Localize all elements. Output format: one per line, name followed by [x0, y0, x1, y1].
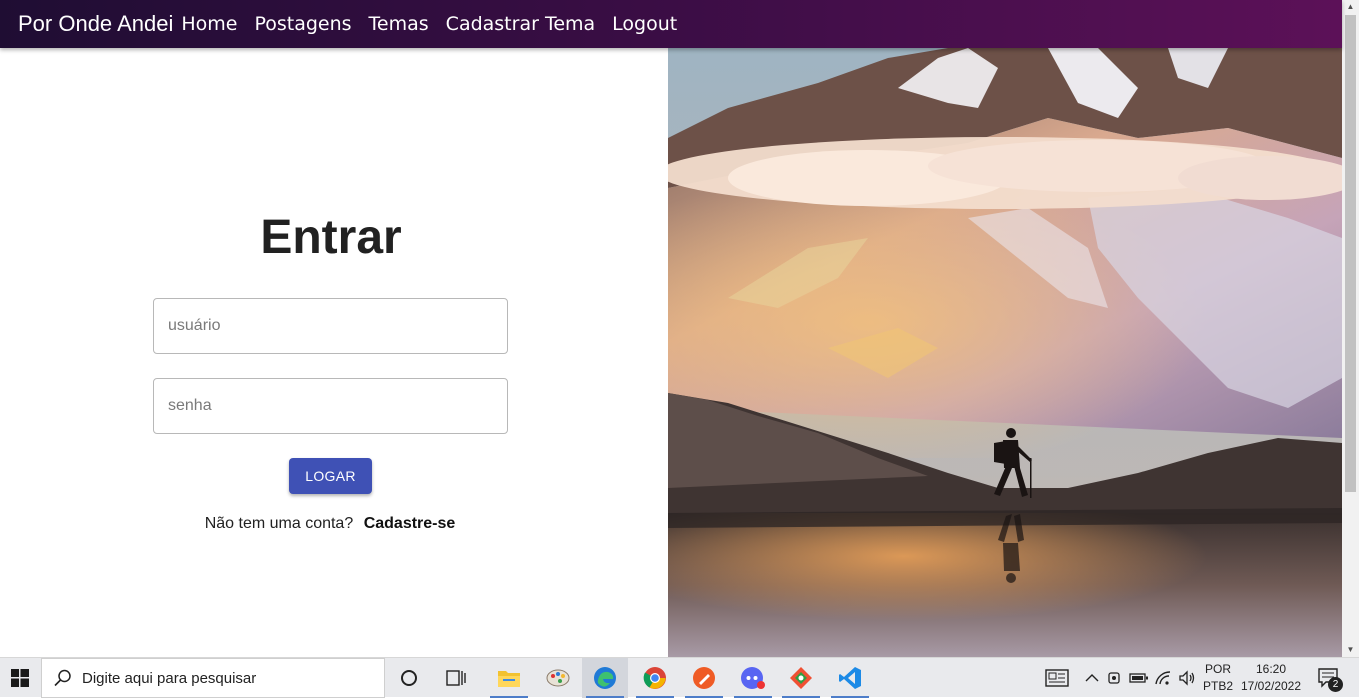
login-panel: Entrar LOGAR Não tem uma conta? Cadastre…	[0, 48, 668, 657]
cortana-icon[interactable]	[386, 658, 432, 698]
scroll-thumb[interactable]	[1345, 15, 1356, 492]
hero-image	[668, 48, 1342, 657]
vscode-icon[interactable]	[827, 658, 873, 698]
discord-icon[interactable]	[730, 658, 776, 698]
taskbar-clock[interactable]: 16:20 17/02/2022	[1238, 661, 1304, 695]
nav-temas[interactable]: Temas	[369, 13, 429, 35]
news-widget-icon[interactable]	[1040, 658, 1074, 698]
volume-icon[interactable]	[1176, 658, 1198, 698]
battery-icon[interactable]	[1128, 658, 1150, 698]
input-language-indicator[interactable]: POR PTB2	[1198, 661, 1238, 695]
signup-link[interactable]: Cadastre-se	[364, 515, 456, 532]
windows-start-button[interactable]	[0, 658, 40, 698]
wifi-icon[interactable]	[1152, 658, 1174, 698]
search-icon	[54, 669, 71, 687]
meet-now-icon[interactable]	[1104, 658, 1126, 698]
nav-home[interactable]: Home	[181, 13, 237, 35]
postman-icon[interactable]	[681, 658, 727, 698]
login-button[interactable]: LOGAR	[289, 458, 372, 494]
file-explorer-icon[interactable]	[486, 658, 532, 698]
scroll-down-arrow-icon[interactable]: ▼	[1342, 643, 1359, 657]
git-icon[interactable]	[778, 658, 824, 698]
nav-postagens[interactable]: Postagens	[254, 13, 351, 35]
page-scrollbar[interactable]: ▲ ▼	[1342, 0, 1359, 657]
notification-count-badge: 2	[1328, 677, 1343, 692]
taskbar-search-text: Digite aqui para pesquisar	[82, 669, 257, 687]
keyboard-layout: PTB2	[1202, 679, 1233, 693]
task-view-icon[interactable]	[433, 658, 479, 698]
brand-title[interactable]: Por Onde Andei	[18, 11, 173, 37]
signup-prompt: Não tem uma conta?	[204, 515, 354, 532]
language-code: POR	[1204, 662, 1231, 676]
windows-taskbar: Digite aqui para pesquisar POR PTB2 16:2…	[0, 657, 1359, 698]
notifications-button[interactable]: 2	[1312, 658, 1346, 698]
signup-row: Não tem uma conta? Cadastre-se	[0, 515, 660, 533]
windows-logo-icon	[11, 669, 29, 687]
chevron-up-icon[interactable]	[1082, 658, 1102, 698]
login-title: Entrar	[260, 211, 402, 264]
paint-icon[interactable]	[535, 658, 581, 698]
username-input[interactable]	[153, 298, 508, 354]
clock-date: 17/02/2022	[1240, 679, 1302, 693]
scroll-up-arrow-icon[interactable]: ▲	[1342, 0, 1359, 14]
nav-logout[interactable]: Logout	[612, 13, 677, 35]
password-input[interactable]	[153, 378, 508, 434]
taskbar-search-box[interactable]: Digite aqui para pesquisar	[41, 658, 385, 698]
mountain-landscape-illustration	[668, 48, 1342, 657]
edge-browser-icon[interactable]	[582, 658, 628, 698]
nav-cadastrar-tema[interactable]: Cadastrar Tema	[446, 13, 596, 35]
top-navbar: Por Onde Andei Home Postagens Temas Cada…	[0, 0, 1342, 48]
chrome-icon[interactable]	[632, 658, 678, 698]
clock-time: 16:20	[1255, 662, 1287, 676]
